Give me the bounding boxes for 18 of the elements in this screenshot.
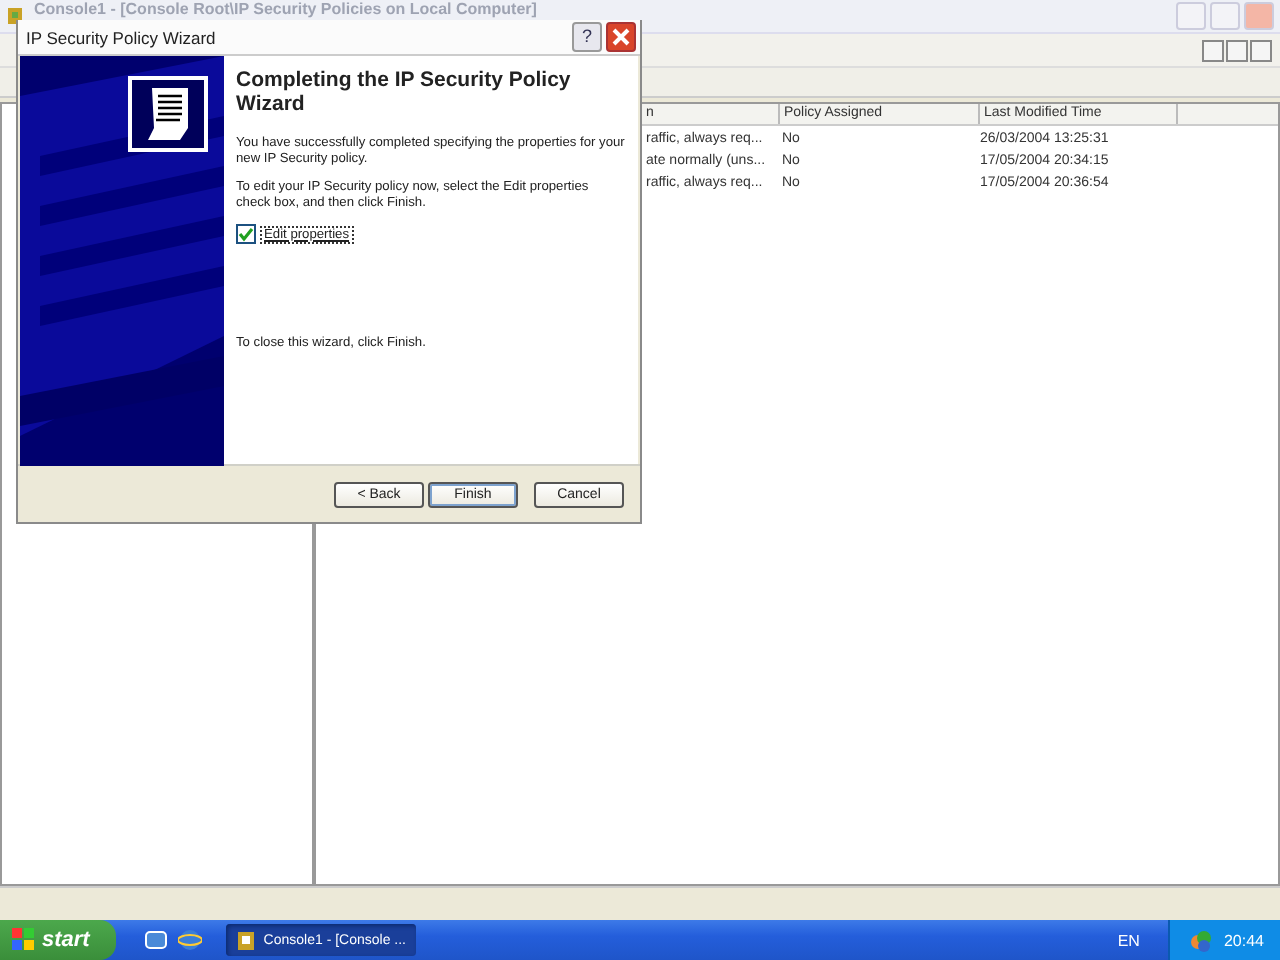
console-icon: [236, 929, 256, 951]
browser-icon[interactable]: [178, 928, 202, 952]
dialog-title: IP Security Policy Wizard: [26, 27, 216, 47]
network-icon[interactable]: [1189, 929, 1212, 951]
restore-button[interactable]: [1226, 39, 1248, 61]
desktop-icon[interactable]: [144, 928, 168, 952]
language-indicator[interactable]: EN: [1089, 931, 1168, 949]
scroll-icon: [128, 76, 208, 152]
minimize-button[interactable]: [1202, 39, 1224, 61]
close-button[interactable]: [1250, 39, 1272, 61]
clock: 20:44: [1223, 931, 1264, 949]
start-button[interactable]: start: [0, 920, 116, 960]
wizard-heading: Completing the IP Security Policy Wizard: [236, 68, 573, 116]
windows-logo-icon: [12, 928, 36, 952]
checkbox[interactable]: [236, 224, 256, 244]
help-button[interactable]: ?: [572, 22, 602, 52]
window-title: Console1 - [Console Root\IP Security Policies on Local Computer]: [34, 0, 537, 18]
close-button[interactable]: [606, 22, 636, 52]
